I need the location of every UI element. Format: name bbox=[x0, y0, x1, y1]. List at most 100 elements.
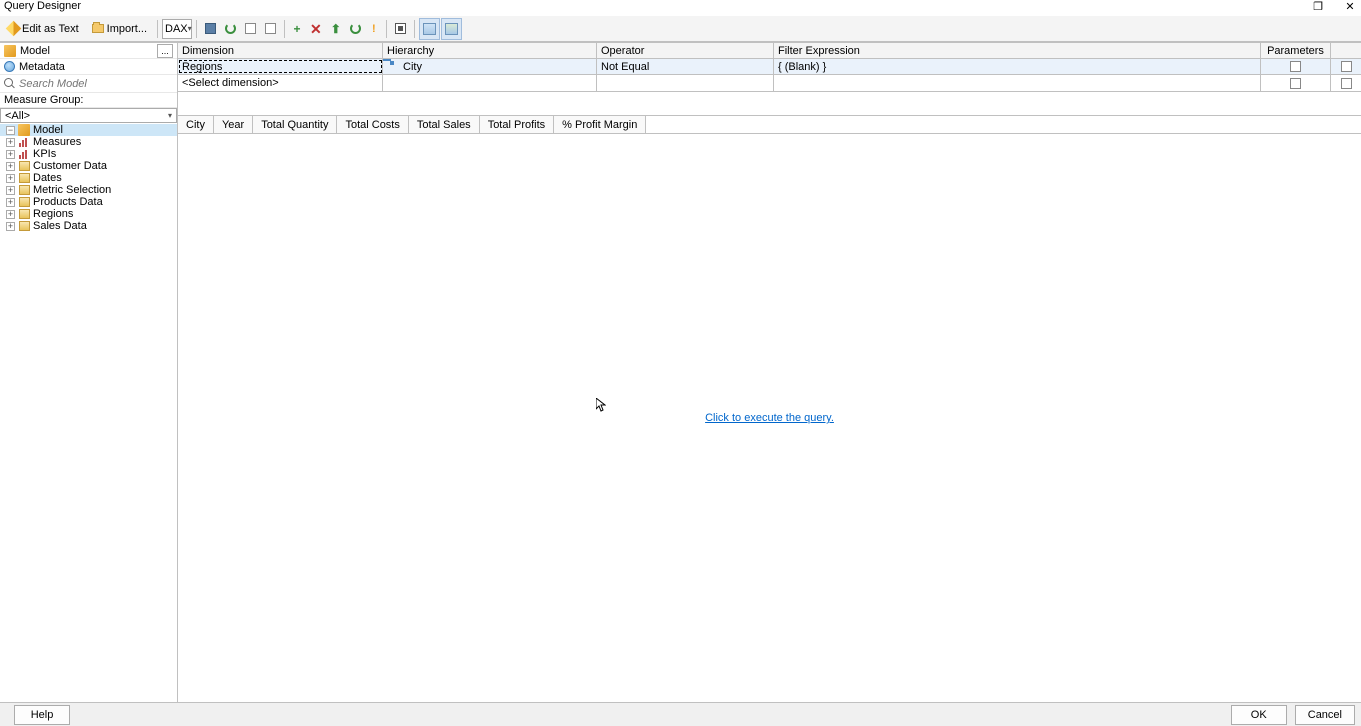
metadata-sidebar: Model ... Metadata Measure Group: <All> … bbox=[0, 43, 178, 702]
ok-button[interactable]: OK bbox=[1231, 705, 1287, 725]
measures-icon bbox=[17, 136, 31, 148]
result-column-total-costs[interactable]: Total Costs bbox=[337, 116, 408, 133]
cancel-button[interactable]: Cancel bbox=[1295, 705, 1355, 725]
filter-grid: Dimension Hierarchy Operator Filter Expr… bbox=[178, 43, 1361, 92]
tree-item-kpis[interactable]: + KPIs bbox=[0, 148, 177, 160]
tree-item-label: Dates bbox=[33, 172, 62, 184]
cancel-query-button[interactable] bbox=[391, 18, 410, 40]
main-pane: Dimension Hierarchy Operator Filter Expr… bbox=[178, 43, 1361, 702]
dimension-icon bbox=[17, 220, 31, 232]
query-mode-button[interactable] bbox=[441, 18, 462, 40]
filter-param2-cell[interactable] bbox=[1331, 75, 1361, 91]
tree-item-metric-selection[interactable]: +Metric Selection bbox=[0, 184, 177, 196]
toggle-aggregations-button[interactable] bbox=[241, 18, 260, 40]
result-column-total-sales[interactable]: Total Sales bbox=[409, 116, 480, 133]
delete-button[interactable]: ✕ bbox=[306, 18, 326, 40]
run-icon: ! bbox=[372, 23, 376, 35]
filter-row-new[interactable]: <Select dimension> bbox=[178, 75, 1361, 91]
restore-button[interactable]: ❐ bbox=[1311, 0, 1325, 13]
model-selector-row: Model ... bbox=[0, 43, 177, 59]
header-hierarchy: Hierarchy bbox=[383, 43, 597, 58]
filter-hierarchy-cell[interactable] bbox=[383, 75, 597, 91]
toolbar-separator bbox=[157, 20, 158, 38]
measure-group-dropdown[interactable]: <All> ▾ bbox=[0, 108, 177, 123]
header-parameters: Parameters bbox=[1261, 43, 1331, 58]
tree-root-label: Model bbox=[33, 124, 63, 136]
metadata-tree: − Model +Measures+KPIs+Customer Data+Dat… bbox=[0, 123, 177, 702]
measures-icon bbox=[17, 148, 31, 160]
auto-exec-button[interactable] bbox=[346, 18, 365, 40]
tree-item-sales-data[interactable]: +Sales Data bbox=[0, 220, 177, 232]
filter-row[interactable]: Regions City Not Equal { (Blank) } bbox=[178, 59, 1361, 75]
filter-expression-cell[interactable]: { (Blank) } bbox=[774, 59, 1261, 74]
run-button[interactable]: ! bbox=[366, 18, 382, 40]
model-label: Model bbox=[20, 45, 153, 57]
filter-operator-cell[interactable]: Not Equal bbox=[597, 59, 774, 74]
dimension-icon bbox=[17, 172, 31, 184]
language-dropdown[interactable]: DAX ▾ bbox=[162, 19, 192, 39]
dimension-icon bbox=[17, 184, 31, 196]
toolbar: Edit as Text Import... DAX ▾ + ✕ ⬆ ! bbox=[0, 16, 1361, 42]
chevron-down-icon: ▾ bbox=[188, 24, 192, 33]
cells-icon bbox=[265, 23, 276, 34]
header-filter: Filter Expression bbox=[774, 43, 1261, 58]
tree-item-products-data[interactable]: +Products Data bbox=[0, 196, 177, 208]
result-column-year[interactable]: Year bbox=[214, 116, 253, 133]
cube-icon bbox=[4, 45, 16, 57]
checkbox[interactable] bbox=[1341, 61, 1352, 72]
refresh-button[interactable] bbox=[221, 18, 240, 40]
tree-root-model[interactable]: − Model bbox=[0, 124, 177, 136]
show-empty-cells-button[interactable] bbox=[261, 18, 280, 40]
header-dimension: Dimension bbox=[178, 43, 383, 58]
filter-operator-cell[interactable] bbox=[597, 75, 774, 91]
execute-query-link[interactable]: Click to execute the query. bbox=[705, 412, 834, 424]
chevron-down-icon: ▾ bbox=[168, 111, 172, 120]
edit-as-text-button[interactable]: Edit as Text bbox=[2, 18, 85, 40]
design-mode-button[interactable] bbox=[419, 18, 440, 40]
window-title: Query Designer bbox=[4, 0, 1311, 12]
filter-param2-cell[interactable] bbox=[1331, 59, 1361, 74]
hierarchy-icon bbox=[387, 61, 399, 73]
filter-param-cell[interactable] bbox=[1261, 75, 1331, 91]
add-member-button[interactable]: + bbox=[289, 18, 305, 40]
result-column-total-quantity[interactable]: Total Quantity bbox=[253, 116, 337, 133]
expand-icon[interactable]: + bbox=[6, 174, 15, 183]
checkbox[interactable] bbox=[1341, 78, 1352, 89]
import-button[interactable]: Import... bbox=[86, 18, 153, 40]
tree-item-regions[interactable]: +Regions bbox=[0, 208, 177, 220]
collapse-icon[interactable]: − bbox=[6, 126, 15, 135]
filter-expression-cell[interactable] bbox=[774, 75, 1261, 91]
metadata-label: Metadata bbox=[19, 61, 65, 73]
move-up-button[interactable]: ⬆ bbox=[327, 18, 345, 40]
tree-item-customer-data[interactable]: +Customer Data bbox=[0, 160, 177, 172]
filter-dimension-placeholder[interactable]: <Select dimension> bbox=[178, 75, 383, 91]
expand-icon[interactable]: + bbox=[6, 150, 15, 159]
cube-icon bbox=[17, 124, 31, 136]
filter-param-cell[interactable] bbox=[1261, 59, 1331, 74]
tree-item-dates[interactable]: + Dates bbox=[0, 172, 177, 184]
expand-icon[interactable]: + bbox=[6, 222, 15, 231]
result-column-city[interactable]: City bbox=[178, 116, 214, 133]
metadata-tab[interactable]: Metadata bbox=[0, 59, 177, 75]
expand-icon[interactable]: + bbox=[6, 198, 15, 207]
search-input[interactable] bbox=[19, 78, 173, 90]
help-button[interactable]: Help bbox=[14, 705, 70, 725]
close-button[interactable]: ✕ bbox=[1343, 0, 1357, 13]
tree-item-measures[interactable]: +Measures bbox=[0, 136, 177, 148]
save-button[interactable] bbox=[201, 18, 220, 40]
model-browse-button[interactable]: ... bbox=[157, 44, 173, 58]
filter-hierarchy-cell[interactable]: City bbox=[383, 59, 597, 74]
checkbox[interactable] bbox=[1290, 78, 1301, 89]
pencil-icon bbox=[6, 21, 22, 37]
expand-icon[interactable]: + bbox=[6, 162, 15, 171]
expand-icon[interactable]: + bbox=[6, 186, 15, 195]
tree-item-label: KPIs bbox=[33, 148, 56, 160]
header-parameters2 bbox=[1331, 43, 1361, 58]
checkbox[interactable] bbox=[1290, 61, 1301, 72]
expand-icon[interactable]: + bbox=[6, 210, 15, 219]
result-column-total-profits[interactable]: Total Profits bbox=[480, 116, 554, 133]
result-column--profit-margin[interactable]: % Profit Margin bbox=[554, 116, 646, 133]
expand-icon[interactable]: + bbox=[6, 138, 15, 147]
filter-dimension-cell[interactable]: Regions bbox=[178, 59, 383, 74]
search-icon bbox=[4, 78, 15, 89]
